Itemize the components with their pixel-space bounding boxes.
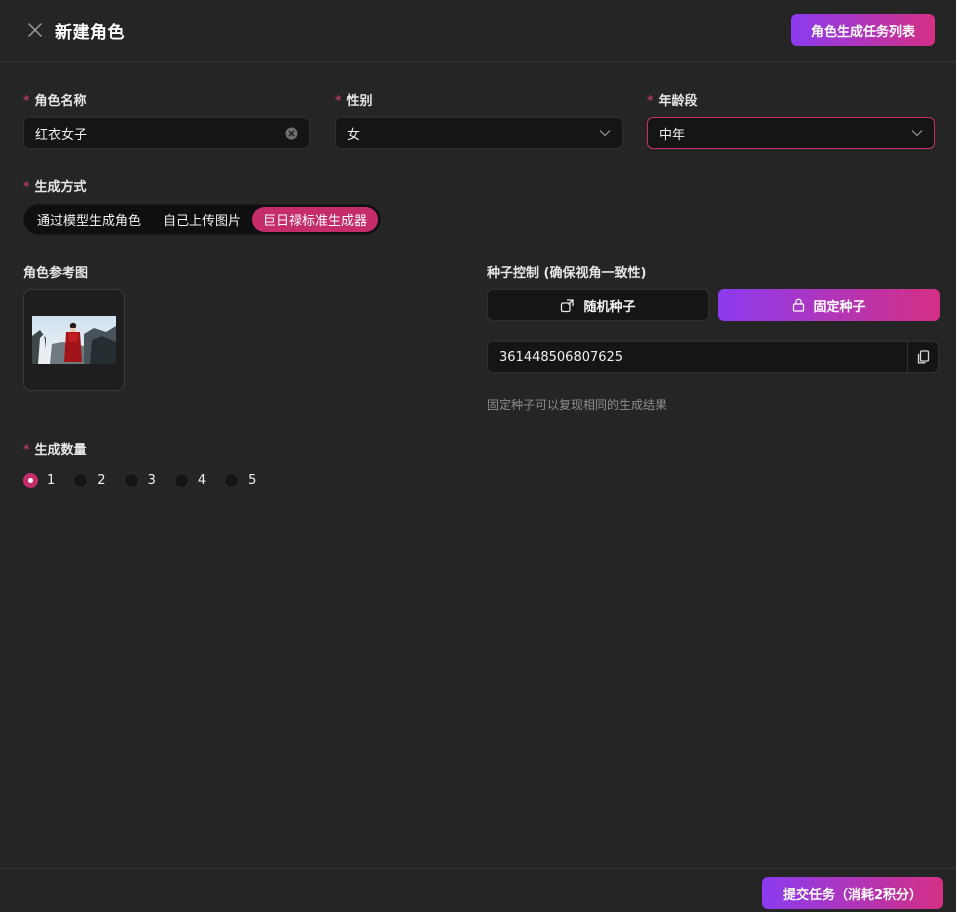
method-option-upload[interactable]: 自己上传图片 [152, 207, 252, 232]
seed-input-value: 361448506807625 [499, 349, 624, 365]
count-radio-5[interactable]: 5 [224, 473, 256, 488]
close-icon [28, 23, 42, 37]
gender-label: * 性别 [335, 90, 373, 109]
age-label-text: 年龄段 [658, 94, 698, 109]
count-radio-label: 4 [197, 473, 207, 488]
name-input[interactable]: 红衣女子 [23, 117, 310, 149]
radio-dot [224, 473, 240, 488]
ref-image-label: 角色参考图 [23, 266, 89, 281]
count-radio-2[interactable]: 2 [73, 473, 106, 488]
required-mark: * [23, 180, 30, 195]
radio-dot [123, 473, 139, 488]
new-character-page: 新建角色 角色生成任务列表 * 角色名称 * 性别 * 年龄段 红衣女子 女 中年 [0, 0, 956, 912]
random-seed-label: 随机种子 [583, 299, 636, 315]
name-input-value: 红衣女子 [35, 127, 88, 143]
close-button[interactable] [24, 19, 46, 41]
method-option-model[interactable]: 通过模型生成角色 [26, 207, 152, 232]
task-list-button[interactable]: 角色生成任务列表 [791, 14, 935, 46]
radio-dot [173, 473, 189, 488]
copy-seed-button[interactable] [907, 342, 938, 372]
clear-button[interactable] [285, 127, 298, 140]
seed-hint: 固定种子可以复现相同的生成结果 [487, 398, 668, 412]
count-radio-label: 3 [147, 473, 156, 488]
random-seed-button[interactable]: 随机种子 [487, 289, 709, 321]
count-label: * 生成数量 [23, 439, 87, 458]
count-radio-1[interactable]: 1 [23, 473, 55, 488]
shuffle-icon [561, 298, 575, 312]
ref-image-thumbnail [32, 316, 116, 364]
count-radio-label: 2 [97, 473, 106, 488]
footer: 提交任务（消耗2积分） [0, 868, 956, 912]
lock-icon [793, 298, 805, 312]
ref-image-upload[interactable] [23, 289, 125, 391]
required-mark: * [23, 443, 30, 458]
seed-input[interactable]: 361448506807625 [487, 341, 939, 373]
age-select[interactable]: 中年 [647, 117, 935, 149]
seed-label: 种子控制 (确保视角一致性) [487, 266, 647, 281]
gender-select-value: 女 [347, 127, 361, 143]
clear-circle-icon [285, 127, 298, 139]
copy-icon [917, 350, 929, 364]
method-label-text: 生成方式 [34, 180, 87, 195]
radio-dot [73, 473, 89, 488]
chevron-down-icon [911, 130, 923, 137]
name-label-text: 角色名称 [34, 94, 87, 109]
age-label: * 年龄段 [647, 90, 698, 109]
count-radio-4[interactable]: 4 [173, 473, 207, 488]
required-mark: * [647, 94, 654, 109]
count-radio-group: 1 2 3 4 5 [23, 473, 274, 488]
gender-select[interactable]: 女 [335, 117, 623, 149]
method-segmented: 通过模型生成角色 自己上传图片 巨日禄标准生成器 [23, 204, 382, 235]
radio-dot [23, 473, 38, 488]
fixed-seed-label: 固定种子 [813, 299, 866, 315]
method-label: * 生成方式 [23, 176, 87, 195]
age-select-value: 中年 [659, 127, 686, 143]
method-option-standard[interactable]: 巨日禄标准生成器 [252, 207, 379, 232]
gender-label-text: 性别 [346, 94, 373, 109]
submit-button[interactable]: 提交任务（消耗2积分） [762, 877, 943, 909]
header: 新建角色 角色生成任务列表 [0, 0, 956, 62]
count-label-text: 生成数量 [34, 443, 87, 458]
count-radio-label: 1 [47, 473, 56, 488]
chevron-down-icon [599, 130, 611, 137]
required-mark: * [23, 94, 30, 109]
fixed-seed-button[interactable]: 固定种子 [718, 289, 940, 321]
required-mark: * [335, 94, 342, 109]
name-label: * 角色名称 [23, 90, 87, 109]
count-radio-label: 5 [248, 473, 257, 488]
page-title: 新建角色 [55, 23, 125, 43]
count-radio-3[interactable]: 3 [123, 473, 156, 488]
